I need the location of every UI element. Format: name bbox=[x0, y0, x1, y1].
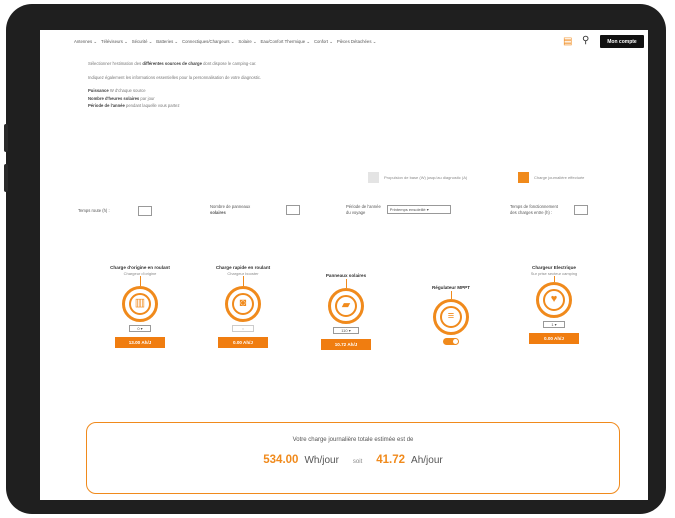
usage-time-input[interactable] bbox=[573, 204, 588, 215]
legend-on: Charge journalière effectuée bbox=[518, 172, 584, 183]
result-question: Votre charge journalière totale estimée … bbox=[292, 437, 414, 443]
intro-item-text: par jour bbox=[139, 95, 155, 101]
result-wh-value: 534.00 bbox=[263, 454, 299, 466]
param-label: Nombre de panneaux solaires bbox=[210, 204, 250, 215]
source-card: Chargeur Electrique Sur prise secteur ca… bbox=[514, 265, 594, 344]
result-line: 534.00 Wh/jour soit 41.72 Ah/jour bbox=[87, 454, 619, 466]
search-icon[interactable]: ⚲ bbox=[582, 36, 589, 46]
legend-label: Propulsion de base (W) jusqu'au diagnost… bbox=[384, 175, 468, 180]
nav-item[interactable]: Confort ⌄ bbox=[314, 39, 333, 45]
source-select[interactable]: ○ bbox=[232, 324, 254, 332]
intro-line: Sélectionner l'estimation des différente… bbox=[88, 60, 261, 68]
source-title: Charge d'origine en roulant bbox=[110, 265, 170, 270]
param-label: Période de l'année du voyage bbox=[346, 204, 381, 215]
nav-item[interactable]: Antennes ⌄ bbox=[74, 39, 97, 45]
legend-label: Charge journalière effectuée bbox=[534, 175, 585, 180]
charge-sources: Charge d'origine en roulant Chargeur d'o… bbox=[40, 265, 648, 405]
nav-item[interactable]: Téléviseurs ⌄ bbox=[101, 39, 128, 45]
mppt-toggle-switch[interactable] bbox=[443, 337, 459, 345]
intro-bold: différentes sources de charge bbox=[142, 61, 202, 66]
source-value: 0.00 Ah/J bbox=[529, 332, 579, 344]
source-card: Charge rapide en roulant Chargeur booste… bbox=[203, 265, 283, 348]
param-label: Temps route (h) : bbox=[78, 208, 110, 214]
cart-icon[interactable]: ▤ bbox=[563, 37, 572, 47]
intro-item-text: pendant laquelle vous partez bbox=[124, 103, 180, 108]
source-toggle[interactable]: ▥ bbox=[122, 285, 158, 322]
source-select[interactable]: 110 ▾ bbox=[333, 326, 359, 334]
source-card: Panneaux solaires ▰ 110 ▾ 10.72 Ah/J bbox=[306, 273, 386, 350]
volume-button bbox=[4, 124, 8, 152]
intro-item-label: Puissance bbox=[88, 88, 109, 93]
electric-charger-icon: ♥ bbox=[543, 288, 565, 311]
param-drive-time: Temps route (h) : bbox=[78, 206, 152, 216]
param-usage-time: Temps de fonctionnement des charges entre… bbox=[510, 204, 588, 215]
season-select[interactable]: Printemps ensoleillé ▾ bbox=[386, 205, 451, 214]
source-toggle[interactable]: ◙ bbox=[225, 285, 261, 322]
volume-button bbox=[4, 164, 8, 192]
mppt-regulator-icon: ≡ bbox=[440, 305, 462, 328]
result-box: Votre charge journalière totale estimée … bbox=[86, 422, 620, 494]
booster-charger-icon: ◙ bbox=[232, 292, 254, 315]
param-label-line: des charges entre (h) : bbox=[510, 209, 553, 215]
result-ah-unit: Ah/jour bbox=[411, 455, 443, 466]
source-select[interactable]: 1 ▾ bbox=[543, 320, 565, 328]
nav-item[interactable]: Sécurité ⌄ bbox=[132, 39, 153, 45]
source-value: 13.00 Ah/J bbox=[115, 336, 165, 348]
account-button[interactable]: Mon compte bbox=[600, 35, 644, 48]
param-panel-count: Nombre de panneaux solaires bbox=[210, 204, 301, 215]
result-ah-value: 41.72 bbox=[376, 454, 406, 466]
legend-swatch-grey bbox=[368, 172, 379, 183]
top-navigation: Antennes ⌄ Téléviseurs ⌄ Sécurité ⌄ Batt… bbox=[40, 30, 648, 54]
nav-item[interactable]: Connectiques/Chargeurs ⌄ bbox=[182, 39, 234, 45]
screen: Antennes ⌄ Téléviseurs ⌄ Sécurité ⌄ Batt… bbox=[40, 30, 648, 500]
tablet-frame: Antennes ⌄ Téléviseurs ⌄ Sécurité ⌄ Batt… bbox=[4, 4, 666, 514]
drive-time-input[interactable] bbox=[137, 206, 152, 216]
param-label-line: Nombre de panneaux bbox=[210, 204, 251, 209]
param-label-line: Temps de fonctionnement bbox=[510, 204, 558, 209]
intro-item-text: W d'chaque source bbox=[108, 88, 146, 93]
intro-item: Puissance W d'chaque source bbox=[88, 87, 261, 95]
param-label-line: Période de l'année bbox=[346, 204, 381, 209]
source-subtitle: Chargeur booster bbox=[227, 270, 259, 276]
source-subtitle: Sur prise secteur camping bbox=[530, 270, 578, 276]
param-label-line: solaires bbox=[210, 209, 226, 215]
battery-charge-icon: ▥ bbox=[129, 292, 151, 315]
source-value: 10.72 Ah/J bbox=[321, 338, 371, 350]
source-card: Charge d'origine en roulant Chargeur d'o… bbox=[100, 265, 180, 348]
result-wh-unit: Wh/jour bbox=[304, 455, 339, 466]
source-toggle[interactable]: ≡ bbox=[433, 298, 469, 335]
source-toggle[interactable]: ♥ bbox=[536, 281, 572, 318]
legend-off: Propulsion de base (W) jusqu'au diagnost… bbox=[368, 172, 467, 183]
intro-text-part: dont dispose le camping-car. bbox=[201, 61, 257, 66]
panel-count-input[interactable] bbox=[286, 204, 301, 215]
intro-item: Période de l'année pendant laquelle vous… bbox=[88, 102, 261, 110]
source-title: Panneaux solaires bbox=[325, 273, 367, 278]
intro-item-label: Nombre d'heures solaires bbox=[88, 95, 140, 101]
legend-swatch-orange bbox=[518, 172, 529, 183]
intro-line: Indiquez également les informations esse… bbox=[88, 74, 262, 80]
source-value: 0.00 Ah/J bbox=[218, 336, 268, 348]
intro-text: Sélectionner l'estimation des différente… bbox=[88, 60, 261, 110]
intro-item: Nombre d'heures solaires par jour bbox=[88, 95, 261, 103]
result-soit: soit bbox=[352, 459, 363, 465]
nav-item[interactable]: Solaire ⌄ bbox=[238, 39, 256, 45]
source-title: Régulateur MPPT bbox=[431, 285, 471, 290]
param-label-line: du voyage bbox=[346, 209, 366, 215]
nav-item[interactable]: Batteries ⌄ bbox=[156, 39, 178, 45]
param-season: Période de l'année du voyage Printemps en… bbox=[346, 204, 451, 215]
nav-item[interactable]: Eau/Confort Thermique ⌄ bbox=[261, 39, 310, 45]
source-select[interactable]: 0 ▾ bbox=[129, 324, 151, 332]
solar-panel-icon: ▰ bbox=[335, 294, 357, 317]
param-label: Temps de fonctionnement des charges entre… bbox=[510, 204, 558, 215]
nav-item[interactable]: Pièces Détachées ⌄ bbox=[337, 39, 376, 45]
source-toggle[interactable]: ▰ bbox=[328, 287, 364, 324]
intro-item-label: Période de l'année bbox=[88, 103, 125, 108]
source-card: Régulateur MPPT ≡ bbox=[411, 285, 491, 345]
source-subtitle: Chargeur d'origine bbox=[123, 270, 157, 276]
intro-text-part: Sélectionner l'estimation des bbox=[88, 61, 143, 66]
nav-menu: Antennes ⌄ Téléviseurs ⌄ Sécurité ⌄ Batt… bbox=[74, 39, 376, 45]
